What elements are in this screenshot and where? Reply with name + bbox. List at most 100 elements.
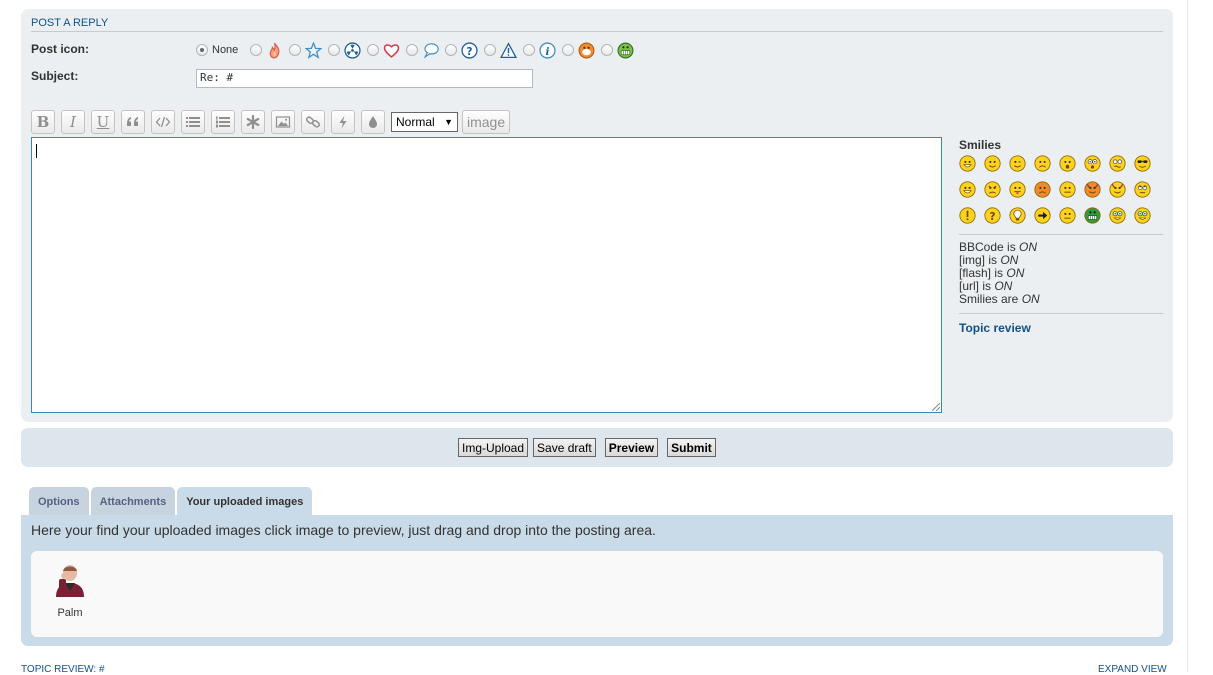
surprised-smiley-icon[interactable] (1059, 155, 1084, 175)
message-textarea[interactable] (31, 137, 942, 413)
tab-attachments[interactable]: Attachments (90, 487, 176, 515)
wink-smiley-icon[interactable] (1009, 155, 1034, 175)
post-icon-star[interactable] (289, 41, 323, 59)
exclamation-smiley-icon[interactable] (959, 207, 984, 227)
topic-review-link[interactable]: Topic review (959, 321, 1163, 335)
post-icon-grin[interactable] (601, 42, 634, 59)
post-icon-radio[interactable] (484, 44, 497, 56)
post-icon-info[interactable]: i (523, 41, 556, 59)
list-icon (186, 117, 200, 127)
post-icon-radio[interactable] (328, 44, 341, 56)
question-icon: ? (461, 41, 478, 59)
underline-button[interactable]: U (91, 110, 115, 134)
confused-smiley-icon[interactable] (1109, 155, 1134, 175)
post-icon-warning[interactable] (484, 41, 518, 59)
status-prefix: BBCode is (959, 240, 1020, 254)
razz-smiley-icon[interactable] (1009, 181, 1034, 201)
resize-handle-icon[interactable] (932, 403, 940, 411)
mrgreen-smiley-icon[interactable] (1084, 207, 1109, 227)
tab-options[interactable]: Options (29, 487, 89, 515)
shocked-smiley-icon[interactable] (1084, 155, 1109, 175)
insert-image-button[interactable] (271, 110, 295, 134)
color-button[interactable] (361, 110, 385, 134)
image-text-button[interactable]: image (462, 110, 511, 134)
status-value: ON (1000, 253, 1019, 267)
neutral-smiley-icon[interactable] (1059, 181, 1084, 201)
preview-button[interactable]: Preview (604, 438, 659, 457)
question-smiley-icon[interactable]: ? (984, 207, 1009, 227)
post-icon-fire[interactable] (250, 42, 283, 59)
submit-button[interactable]: Submit (667, 438, 716, 457)
link-button[interactable] (301, 110, 325, 134)
post-icon-heart[interactable] (367, 42, 400, 59)
post-icon-question[interactable]: ? (445, 41, 478, 59)
post-icon-none-label: None (212, 44, 239, 56)
uber-geek-smiley-icon[interactable] (1134, 207, 1159, 227)
post-icon-radio[interactable] (367, 44, 380, 56)
uploaded-image-label: Palm (57, 607, 83, 619)
status-prefix: Smilies are (959, 292, 1022, 306)
post-icon-radioactive[interactable] (328, 41, 361, 59)
submit-panel: Img-Upload Save draft Preview Submit (21, 428, 1173, 467)
sidebar-divider (959, 313, 1163, 314)
status-value: ON (1006, 266, 1025, 280)
post-icon-radio[interactable] (250, 44, 263, 56)
arrow-smiley-icon[interactable] (1034, 207, 1059, 227)
post-icon-speech[interactable] (406, 42, 440, 59)
tab-uploaded-images[interactable]: Your uploaded images (177, 487, 313, 516)
fire-icon (269, 42, 280, 58)
post-icon-radio[interactable] (289, 44, 302, 56)
status-value: ON (994, 279, 1013, 293)
post-reply-panel: POST A REPLY Post icon: None ? i Subject… (21, 9, 1173, 422)
panel-title: POST A REPLY (31, 17, 1163, 32)
post-icon-radio[interactable] (445, 44, 458, 56)
post-icon-radio[interactable] (406, 44, 419, 56)
flash-button[interactable] (331, 110, 355, 134)
warning-icon (500, 41, 518, 58)
font-size-select[interactable]: Normal ▼ (391, 112, 458, 132)
italic-button[interactable]: I (61, 110, 85, 134)
laughing-smiley-icon[interactable] (959, 181, 984, 201)
smile-smiley-icon[interactable] (984, 155, 1009, 175)
embarrassed-smiley-icon[interactable] (1034, 181, 1059, 201)
subject-input[interactable]: Re: # (196, 69, 533, 88)
twisted-evil-smiley-icon[interactable] (1084, 181, 1109, 201)
neutral2-smiley-icon[interactable] (1059, 207, 1084, 227)
code-icon (155, 116, 171, 128)
post-icon-radio[interactable] (523, 44, 536, 56)
svg-text:?: ? (467, 44, 473, 57)
img-upload-button[interactable]: Img-Upload (458, 438, 529, 457)
cool-smiley-icon[interactable] (1134, 155, 1159, 175)
sad-smiley-icon[interactable] (1034, 155, 1059, 175)
post-icon-options: None ? i (196, 41, 640, 59)
link-icon (305, 116, 320, 128)
uploaded-image-thumbnail[interactable] (51, 561, 89, 599)
evil-smiley-icon[interactable] (1109, 181, 1134, 201)
bbcode-toolbar: B I U Normal ▼ image (31, 110, 511, 134)
chevron-down-icon: ▼ (444, 117, 453, 127)
quote-icon (127, 117, 138, 126)
rolling-eyes-smiley-icon[interactable] (1134, 181, 1159, 201)
list-item-button[interactable] (241, 110, 265, 134)
quote-button[interactable] (121, 110, 145, 134)
heart-icon (384, 43, 400, 58)
post-icon-radio[interactable] (562, 44, 575, 56)
uploaded-image-item[interactable]: Palm (49, 561, 91, 619)
bold-button[interactable]: B (31, 110, 55, 134)
geek-smiley-icon[interactable] (1109, 207, 1134, 227)
ordered-list-button[interactable] (211, 110, 235, 134)
topic-review-heading: TOPIC REVIEW: # (21, 664, 105, 675)
expand-view-link[interactable]: EXPAND VIEW (1098, 664, 1167, 675)
mad-smiley-icon[interactable] (984, 181, 1009, 201)
list-button[interactable] (181, 110, 205, 134)
idea-smiley-icon[interactable] (1009, 207, 1034, 227)
option-tabs: Options Attachments Your uploaded images (29, 487, 314, 516)
code-button[interactable] (151, 110, 175, 134)
post-icon-mrgreen[interactable] (562, 42, 595, 59)
save-draft-button[interactable]: Save draft (533, 438, 596, 457)
post-icon-none[interactable]: None (196, 44, 244, 56)
image-icon (275, 116, 291, 128)
very-happy-smiley-icon[interactable] (959, 155, 984, 175)
post-icon-none-radio[interactable] (196, 44, 208, 56)
post-icon-radio[interactable] (601, 44, 614, 56)
